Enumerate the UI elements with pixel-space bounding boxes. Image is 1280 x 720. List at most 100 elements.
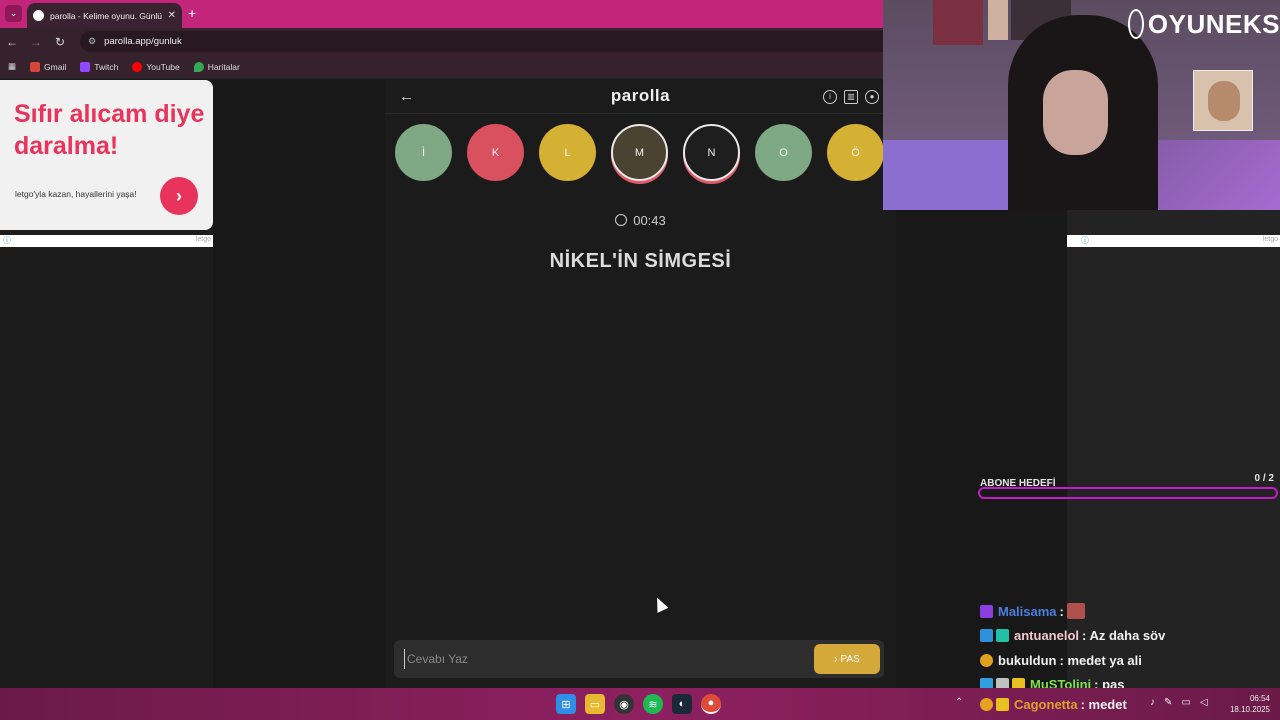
badge-icon (980, 604, 993, 618)
chat-message: bukuldun : medet ya ali (980, 648, 1280, 673)
letter-char: K (491, 146, 500, 159)
pen-icon[interactable]: ✎ (1164, 697, 1172, 708)
display-icon[interactable]: ▭ (1181, 697, 1190, 708)
ad-subtext: letgo'yla kazan, hayallerini yaşa! (15, 189, 137, 199)
tab-close-icon[interactable]: ✕ (168, 10, 176, 21)
badge-icon (980, 653, 993, 667)
bookmark-label: Gmail (44, 61, 67, 72)
brand-logo-icon (1128, 9, 1144, 39)
file-explorer-icon[interactable]: ▭ (585, 694, 605, 714)
chat-text: : medet ya ali (1059, 652, 1142, 668)
profile-icon[interactable]: ● (865, 90, 879, 104)
windows-start-icon[interactable]: ⊞ (556, 694, 576, 714)
letter-char: Ö (851, 146, 860, 159)
bookmark-youtube[interactable]: YouTube (132, 61, 180, 72)
stream-brand: OYUNEKS (1128, 0, 1280, 48)
bookmark-label: Twitch (94, 61, 119, 72)
obs-icon[interactable]: ◉ (614, 694, 634, 714)
ad-arrow-button[interactable]: › (160, 177, 198, 215)
twitch-icon (80, 61, 91, 72)
stats-icon[interactable]: ▥ (844, 90, 858, 104)
letter-circle[interactable]: Ö (827, 124, 884, 181)
browser-tab[interactable]: parolla - Kelime oyunu. Günlük ✕ (27, 3, 182, 28)
letter-char: O (779, 146, 788, 159)
back-arrow-icon[interactable]: ← (0, 35, 24, 49)
chat-message: antuanelol : Az daha söv (980, 624, 1280, 649)
letter-circle[interactable]: O (755, 124, 812, 181)
letter-char: L (564, 146, 571, 159)
letter-char: İ (421, 146, 426, 159)
microphone-icon[interactable]: ♪ (1150, 697, 1155, 708)
chat-text: : medet (1080, 696, 1127, 712)
brand-name: OYUNEKS (1147, 8, 1280, 39)
steam-icon[interactable]: ◐ (672, 694, 692, 714)
pass-label: PAS (840, 653, 860, 665)
badge-icon (980, 629, 993, 643)
spotify-icon[interactable]: ≋ (643, 694, 663, 714)
letter-circle[interactable]: M (611, 124, 668, 181)
header-icons: i ▥ ● (823, 90, 879, 104)
bookmark-gmail[interactable]: Gmail (30, 61, 67, 72)
chat-user: Malisama (998, 603, 1057, 619)
chevron-right-icon: › (834, 653, 838, 665)
bed-image (883, 140, 1013, 210)
game-header: ← parolla i ▥ ● (385, 80, 896, 114)
clock-icon (615, 214, 628, 226)
letter-circle[interactable]: İ (395, 124, 452, 181)
reload-icon[interactable]: ↻ (48, 35, 72, 49)
badge-icon (980, 697, 993, 711)
streamer-face (1043, 70, 1108, 155)
youtube-icon (132, 61, 143, 72)
sub-goal-progress-bar (978, 487, 1278, 499)
new-tab-icon[interactable]: + (188, 5, 196, 21)
screen: ⌄ parolla - Kelime oyunu. Günlük ✕ + ← →… (0, 0, 1280, 720)
badge-icon (996, 697, 1009, 711)
tab-title: parolla - Kelime oyunu. Günlük (50, 10, 162, 21)
windows-taskbar: ⊞ ▭ ◉ ≋ ◐ ● ⌃ Cagonetta : medet ♪ ✎ ▭ ◁ … (0, 688, 1280, 720)
pass-button[interactable]: › PAS (814, 644, 880, 674)
tab-favicon-icon (33, 10, 44, 21)
sub-goal-count: 0 / 2 (1254, 473, 1274, 484)
bookmark-label: Haritalar (207, 61, 240, 72)
letter-circle-active[interactable]: N (683, 124, 740, 181)
ad-banner[interactable]: Sıfır alıcam diye daralma! letgo'yla kaz… (0, 80, 213, 230)
forward-arrow-icon[interactable]: → (24, 35, 48, 49)
gmail-icon (30, 61, 41, 72)
game-logo: parolla (610, 86, 671, 105)
chat-user: antuanelol (1014, 628, 1080, 644)
site-info-icon[interactable]: ⚙ (88, 36, 96, 47)
bookmark-haritalar[interactable]: Haritalar (193, 61, 240, 72)
address-url[interactable]: parolla.app/gunluk (104, 36, 182, 47)
ad-info-icon[interactable]: ⓘ (3, 236, 11, 245)
ad-info-strip: ⓘ letgo (0, 235, 213, 247)
chat-text: : Az daha söv (1082, 628, 1166, 644)
letter-circle[interactable]: K (467, 124, 524, 181)
tab-search-icon[interactable]: ⌄ (5, 5, 22, 22)
system-clock[interactable]: 06:54 18.10.2025 (1222, 693, 1270, 715)
volume-icon[interactable]: ◁ (1200, 697, 1208, 708)
gutter (213, 80, 385, 688)
bookmark-twitch[interactable]: Twitch (80, 61, 119, 72)
ad-headline: Sıfır alıcam diye daralma! (14, 100, 205, 160)
emote-icon (1066, 603, 1085, 620)
question-text: NİKEL'İN SİMGESİ (549, 250, 732, 272)
guest-cam (1193, 70, 1253, 131)
left-ad-column: Sıfır alıcam diye daralma! letgo'yla kaz… (0, 80, 213, 688)
letter-char: N (707, 146, 716, 159)
system-tray-icons: ♪ ✎ ▭ ◁ (1150, 697, 1208, 708)
tray-overflow-icon[interactable]: ⌃ (955, 697, 963, 708)
letter-circle[interactable]: L (539, 124, 596, 181)
apps-grid-icon[interactable]: ▦ (8, 61, 16, 72)
chat-user: bukuldun (998, 652, 1057, 668)
chat-text: : (1059, 603, 1064, 619)
chat-message: Malisama : (980, 599, 1280, 624)
taskbar-apps: ⊞ ▭ ◉ ≋ ◐ ● (556, 694, 721, 714)
timer: 00:43 (385, 213, 896, 228)
answer-input[interactable] (404, 649, 794, 669)
poster-image (988, 0, 1008, 40)
ad-info-icon[interactable]: ⓘ (1081, 236, 1089, 245)
sub-goal: ABONE HEDEFİ 0 / 2 (978, 473, 1278, 499)
system-tray: ⌃ (955, 697, 963, 708)
info-icon[interactable]: i (823, 90, 837, 104)
chrome-icon[interactable]: ● (701, 694, 721, 714)
